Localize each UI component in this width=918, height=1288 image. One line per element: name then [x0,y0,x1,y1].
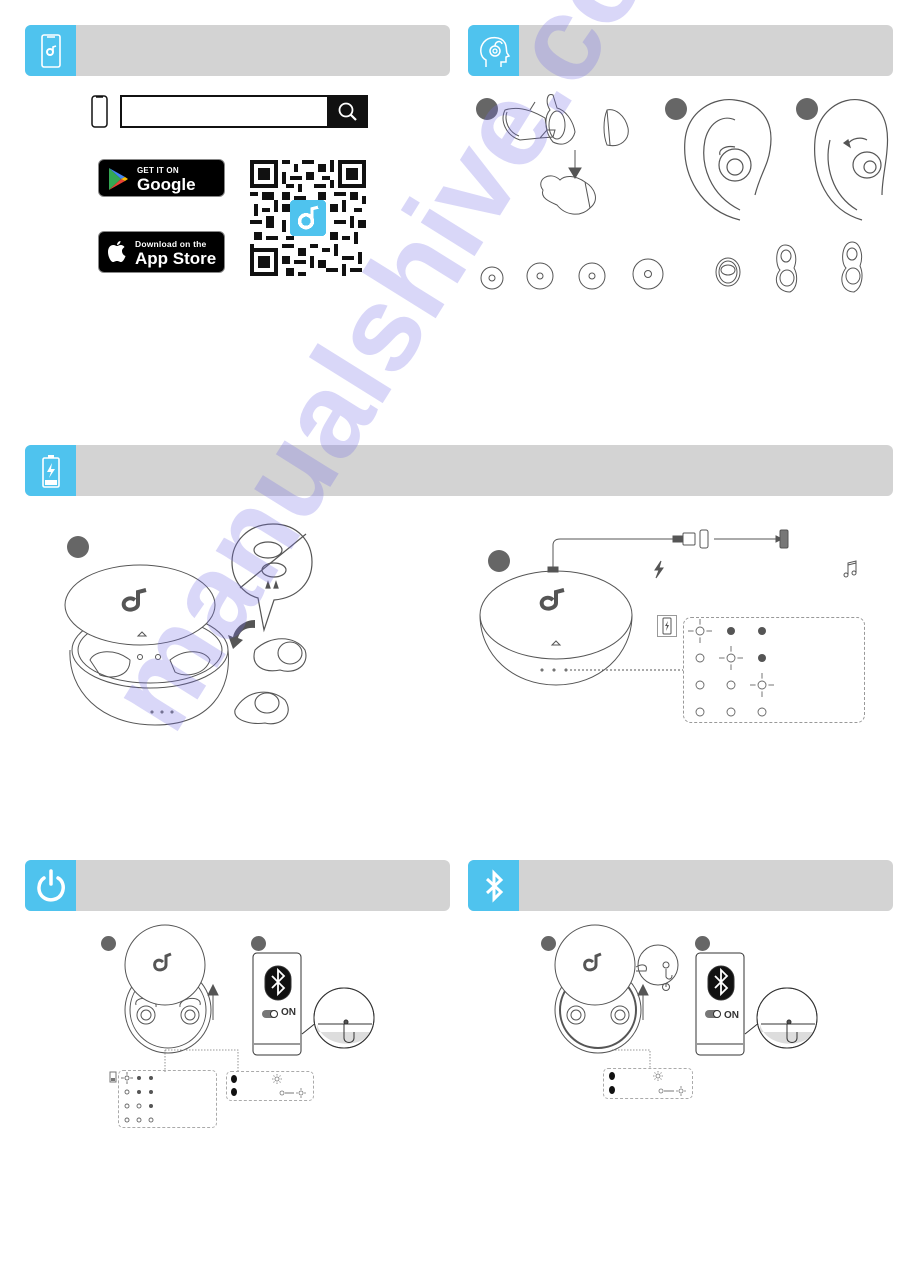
led-blink [719,646,743,670]
ear-rotate-illustration [814,98,889,221]
bluetooth-toggle[interactable] [705,1011,722,1020]
led-on [149,1104,153,1108]
led-off [136,1117,142,1123]
ear-insert-illustration [684,98,772,221]
led-off [124,1089,130,1095]
led-off [124,1117,130,1123]
led-off [726,707,736,717]
search-icon [338,102,357,121]
led-off [695,707,705,717]
led-off [726,680,736,690]
bluetooth-led-states [231,1074,306,1098]
head-headphones-icon [468,25,519,76]
phone-app-icon [25,25,76,76]
bluetooth-icon [468,860,519,911]
open-case-lid-illustration [124,924,219,1054]
battery-charging-icon [25,445,76,496]
app-store-label: App Store [135,249,217,268]
apple-icon [108,241,126,262]
pairing-led-leader-lines [612,1049,651,1068]
charging-case-open-illustration [64,564,229,726]
led-off [695,680,705,690]
led-on [149,1090,153,1094]
battery-led-icon [657,615,677,637]
led-off [695,653,705,663]
led-off [148,1117,154,1123]
led-blink [121,1072,133,1084]
battery-led-grid [121,1072,154,1123]
section-header-power-on [25,860,450,911]
toggle-on-label: ON [281,1007,296,1018]
led-off [124,1103,130,1109]
power-icon [25,860,76,911]
case-pairing-button-illustration [554,924,679,1054]
qr-code [250,160,366,276]
led-on [727,627,735,635]
battery-small-icon [109,1071,117,1083]
ear-wing-sizes [715,241,863,293]
led-on [758,654,766,662]
app-store-button[interactable]: Download on the App Store [98,231,225,273]
led-off [757,707,767,717]
section-header-pairing [468,860,893,911]
toggle-on-label: ON [724,1010,739,1021]
step-badge-2 [251,936,266,951]
step-badge-1 [67,536,89,558]
led-on [149,1076,153,1080]
search-button[interactable] [327,95,368,128]
led-on [137,1076,141,1080]
phone-bluetooth-on-illustration [695,952,818,1056]
section-header-wearing [468,25,893,76]
led-off [136,1103,142,1109]
led-on [758,627,766,635]
section-header-app [25,25,450,76]
bluetooth-toggle[interactable] [262,1008,279,1017]
google-play-small-label: GET IT ON [137,166,179,175]
led-blink [688,619,712,643]
google-play-icon [109,168,128,190]
section-header-charging [25,445,893,496]
pairing-led-states [609,1071,686,1096]
ear-tip-sizes [480,258,664,290]
smartphone-icon [91,95,108,128]
google-play-button[interactable]: GET IT ON Google Play [98,159,225,214]
google-play-label: Google Play [137,175,196,214]
charging-led-grid [688,619,774,717]
app-store-small-label: Download on the [135,239,207,249]
place-earbuds-arrow-illustration [228,620,307,725]
led-on [137,1090,141,1094]
step-badge-1 [101,936,116,951]
led-blink [750,673,774,697]
eartip-assembly-illustration [502,93,629,215]
phone-bluetooth-on-illustration [252,952,375,1056]
step-badge-2 [695,936,710,951]
